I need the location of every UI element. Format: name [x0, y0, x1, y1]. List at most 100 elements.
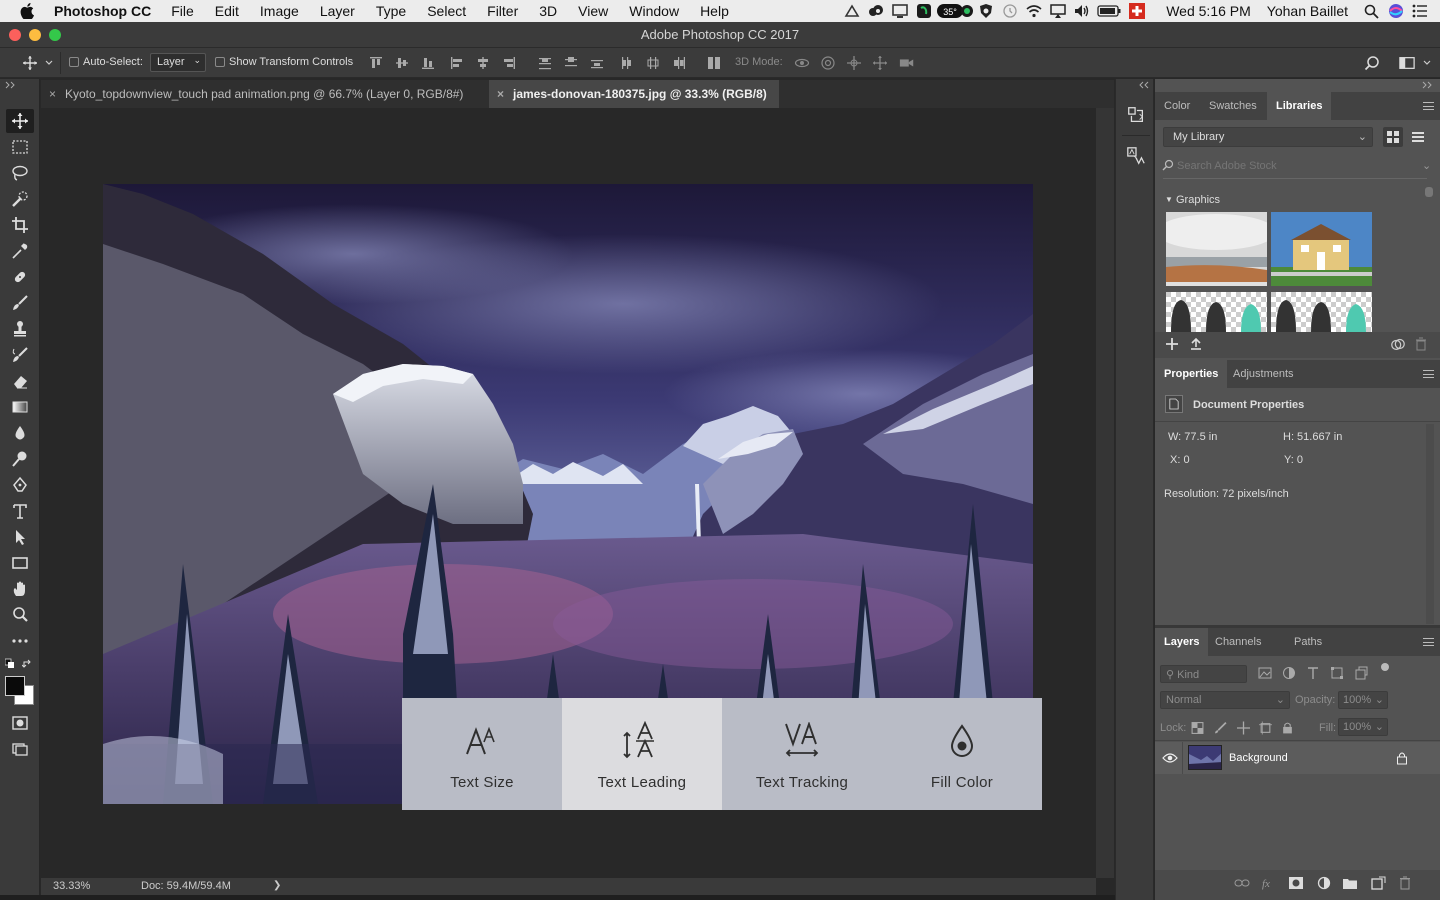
upload-icon[interactable] [1189, 337, 1203, 351]
text-size-button[interactable]: Text Size [402, 698, 562, 810]
volume-icon[interactable] [1070, 0, 1094, 22]
drive-icon[interactable] [840, 0, 864, 22]
tab-layers[interactable]: Layers [1155, 628, 1209, 656]
healing-brush-tool[interactable] [6, 265, 34, 289]
lock-position-icon[interactable] [1237, 721, 1250, 734]
fill-input[interactable]: 100% ⌄ [1338, 718, 1388, 736]
3d-roll-icon[interactable] [820, 55, 836, 71]
panel-menu-icon[interactable] [1423, 638, 1434, 646]
display-icon[interactable] [888, 0, 912, 22]
quick-selection-tool[interactable] [6, 187, 34, 211]
menu-image[interactable]: Image [260, 3, 299, 19]
eraser-tool[interactable] [6, 369, 34, 393]
tab-color[interactable]: Color [1155, 92, 1199, 120]
vertical-scrollbar[interactable] [1096, 108, 1114, 878]
filter-type-icon[interactable] [1306, 666, 1320, 680]
new-group-icon[interactable] [1342, 876, 1358, 890]
align-top-icon[interactable] [368, 55, 384, 71]
marquee-tool[interactable] [6, 135, 34, 159]
workspace-icon[interactable] [1398, 55, 1416, 71]
align-bottom-icon[interactable] [420, 55, 436, 71]
siri-icon[interactable] [1384, 0, 1408, 22]
default-colors-icon[interactable] [5, 658, 15, 669]
wifi-icon[interactable] [1022, 0, 1046, 22]
opacity-input[interactable]: 100% ⌄ [1338, 691, 1388, 709]
rectangle-tool[interactable] [6, 551, 34, 575]
menu-type[interactable]: Type [376, 3, 406, 19]
lasso-tool[interactable] [6, 161, 34, 185]
status-menu-arrow[interactable]: ❯ [273, 880, 281, 891]
dodge-tool[interactable] [6, 447, 34, 471]
move-tool[interactable] [6, 109, 34, 133]
auto-select-dropdown[interactable]: Layer ⌄ [150, 53, 206, 72]
tab-adjustments[interactable]: Adjustments [1224, 360, 1303, 388]
chevron-down-icon[interactable] [44, 58, 54, 68]
grid-view-icon[interactable] [1383, 127, 1403, 147]
more-tools-icon[interactable] [6, 629, 34, 653]
spotlight-search-icon[interactable] [1360, 0, 1384, 22]
apple-icon[interactable] [20, 3, 34, 19]
chevron-down-icon[interactable]: ⌄ [1422, 159, 1431, 172]
menu-3d[interactable]: 3D [539, 3, 557, 19]
swap-colors-icon[interactable] [22, 659, 32, 669]
zoom-tool[interactable] [6, 603, 34, 627]
filter-pixel-icon[interactable] [1258, 666, 1272, 680]
hand-tool[interactable] [6, 577, 34, 601]
filter-toggle[interactable] [1381, 663, 1389, 671]
menu-edit[interactable]: Edit [215, 3, 239, 19]
graphic-thumbnail-beach[interactable] [1166, 212, 1267, 286]
document-y[interactable]: Y: 0 [1284, 454, 1303, 466]
zoom-window-button[interactable] [49, 29, 61, 41]
align-hcenter-icon[interactable] [475, 55, 491, 71]
menu-file[interactable]: File [171, 3, 194, 19]
add-mask-icon[interactable] [1288, 876, 1304, 890]
path-selection-tool[interactable] [6, 525, 34, 549]
foreground-color-swatch[interactable] [5, 676, 25, 696]
properties-scrollbar[interactable] [1426, 424, 1434, 624]
type-tool[interactable] [6, 499, 34, 523]
document-height[interactable]: H: 51.667 in [1283, 431, 1342, 443]
move-tool-preset-icon[interactable] [20, 55, 40, 71]
show-transform-checkbox[interactable] [215, 57, 225, 67]
trash-icon[interactable] [1414, 337, 1428, 351]
eye-icon[interactable] [1162, 751, 1178, 765]
library-dropdown[interactable]: My Library ⌄ [1163, 127, 1373, 147]
triangle-down-icon[interactable]: ▼ [1165, 195, 1173, 204]
distribute-left-icon[interactable] [619, 55, 635, 71]
menu-window[interactable]: Window [629, 3, 679, 19]
collapse-toolbar-icon[interactable] [4, 81, 16, 89]
lock-pixels-icon[interactable] [1214, 721, 1227, 734]
brush-tool[interactable] [6, 291, 34, 315]
layer-row-background[interactable]: Background [1155, 742, 1440, 774]
menubar-user[interactable]: Yohan Baillet [1267, 3, 1348, 19]
lock-all-icon[interactable] [1281, 721, 1294, 734]
layer-name[interactable]: Background [1229, 752, 1288, 764]
tab-swatches[interactable]: Swatches [1200, 92, 1266, 120]
chevron-down-icon[interactable] [1422, 58, 1432, 68]
auto-align-icon[interactable] [706, 55, 722, 71]
auto-select-checkbox[interactable] [69, 57, 79, 67]
blend-mode-dropdown[interactable]: Normal ⌄ [1160, 691, 1290, 709]
filter-shape-icon[interactable] [1330, 666, 1344, 680]
layer-filter-kind-dropdown[interactable]: ⚲ Kind [1160, 665, 1247, 683]
menu-app-name[interactable]: Photoshop CC [54, 3, 151, 19]
eyedropper-tool[interactable] [6, 239, 34, 263]
close-window-button[interactable] [9, 29, 21, 41]
new-adjustment-layer-icon[interactable] [1316, 876, 1332, 890]
graphic-thumbnail-shapes-b[interactable] [1271, 292, 1372, 332]
document-x[interactable]: X: 0 [1170, 454, 1190, 466]
tab-kyoto-document[interactable]: × Kyoto_topdownview_touch pad animation.p… [41, 80, 489, 108]
text-tracking-button[interactable]: Text Tracking [722, 698, 882, 810]
tab-properties[interactable]: Properties [1155, 360, 1228, 388]
align-left-icon[interactable] [449, 55, 465, 71]
close-tab-icon[interactable]: × [497, 80, 504, 108]
collapse-panels-icon[interactable] [1138, 81, 1150, 89]
graphic-thumbnail-shapes-a[interactable] [1166, 292, 1267, 332]
text-leading-button[interactable]: Text Leading [562, 698, 722, 810]
minimize-window-button[interactable] [29, 29, 41, 41]
tab-channels[interactable]: Channels [1206, 628, 1270, 656]
character-panel-icon[interactable] [1125, 145, 1147, 167]
menu-select[interactable]: Select [427, 3, 466, 19]
tab-libraries[interactable]: Libraries [1267, 92, 1332, 120]
menu-filter[interactable]: Filter [487, 3, 518, 19]
